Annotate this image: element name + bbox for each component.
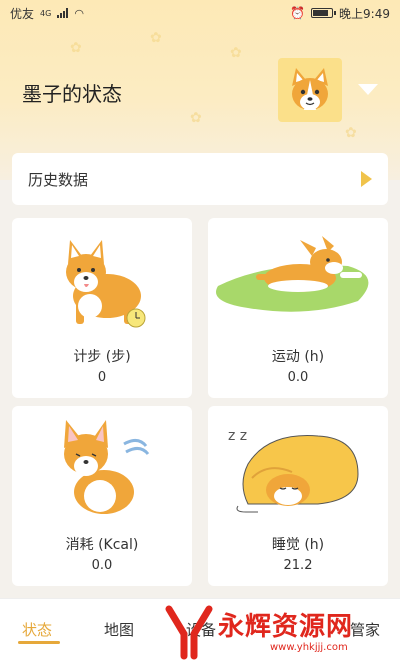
sleep-card[interactable]: z z 睡觉 (h) 21.2 bbox=[208, 406, 388, 586]
corgi-walking-illustration bbox=[66, 240, 146, 328]
play-icon bbox=[361, 171, 372, 187]
carrier-name: 优友 bbox=[10, 6, 35, 21]
status-bar: 优友 4G ◠ ⏰ 晚上9:49 bbox=[0, 0, 400, 26]
corgi-avatar-icon bbox=[292, 68, 328, 110]
pet-avatar[interactable] bbox=[278, 58, 342, 122]
clock-time: 晚上9:49 bbox=[339, 6, 390, 21]
card-value: 0.0 bbox=[287, 370, 309, 385]
watermark-text: 永辉资源网 bbox=[218, 612, 354, 642]
active-tab-indicator bbox=[18, 641, 60, 644]
wifi-icon: ◠ bbox=[74, 6, 84, 20]
paw-icon: ✿ bbox=[230, 45, 242, 61]
card-value: 0 bbox=[97, 370, 107, 385]
corgi-sleeping-illustration: z z bbox=[228, 428, 359, 513]
watermark-logo-icon bbox=[165, 605, 213, 660]
card-label: 消耗 (Kcal) bbox=[65, 537, 139, 553]
svg-text:z z: z z bbox=[228, 428, 247, 444]
steps-card[interactable]: 计步 (步) 0 bbox=[12, 218, 192, 398]
battery-icon bbox=[311, 8, 337, 18]
watermark-url: www.yhkjjj.com bbox=[270, 642, 348, 653]
paw-icon: ✿ bbox=[70, 40, 82, 56]
exercise-card[interactable]: 运动 (h) 0.0 bbox=[208, 218, 388, 398]
watermark: 永辉资源网 www.yhkjjj.com bbox=[160, 602, 400, 662]
history-label: 历史数据 bbox=[28, 170, 89, 189]
corgi-running-illustration bbox=[216, 236, 369, 312]
chevron-down-icon[interactable] bbox=[358, 84, 378, 95]
history-data-button[interactable]: 历史数据 bbox=[12, 153, 388, 205]
card-label: 计步 (步) bbox=[73, 349, 131, 365]
page-title: 墨子的状态 bbox=[22, 82, 122, 106]
card-value: 21.2 bbox=[283, 558, 313, 573]
nav-item-map[interactable]: 地图 bbox=[104, 619, 134, 640]
card-value: 0.0 bbox=[91, 558, 113, 573]
card-label: 睡觉 (h) bbox=[271, 537, 325, 553]
calories-card[interactable]: 消耗 (Kcal) 0.0 bbox=[12, 406, 192, 586]
alarm-icon: ⏰ bbox=[290, 6, 306, 20]
nav-item-status[interactable]: 状态 bbox=[22, 619, 52, 640]
paw-icon: ✿ bbox=[190, 110, 202, 126]
signal-icon bbox=[57, 8, 69, 18]
paw-icon: ✿ bbox=[150, 30, 162, 46]
card-label: 运动 (h) bbox=[271, 349, 325, 365]
network-type: 4G bbox=[40, 8, 52, 18]
paw-icon: ✿ bbox=[345, 125, 357, 141]
corgi-tired-illustration bbox=[64, 420, 150, 514]
